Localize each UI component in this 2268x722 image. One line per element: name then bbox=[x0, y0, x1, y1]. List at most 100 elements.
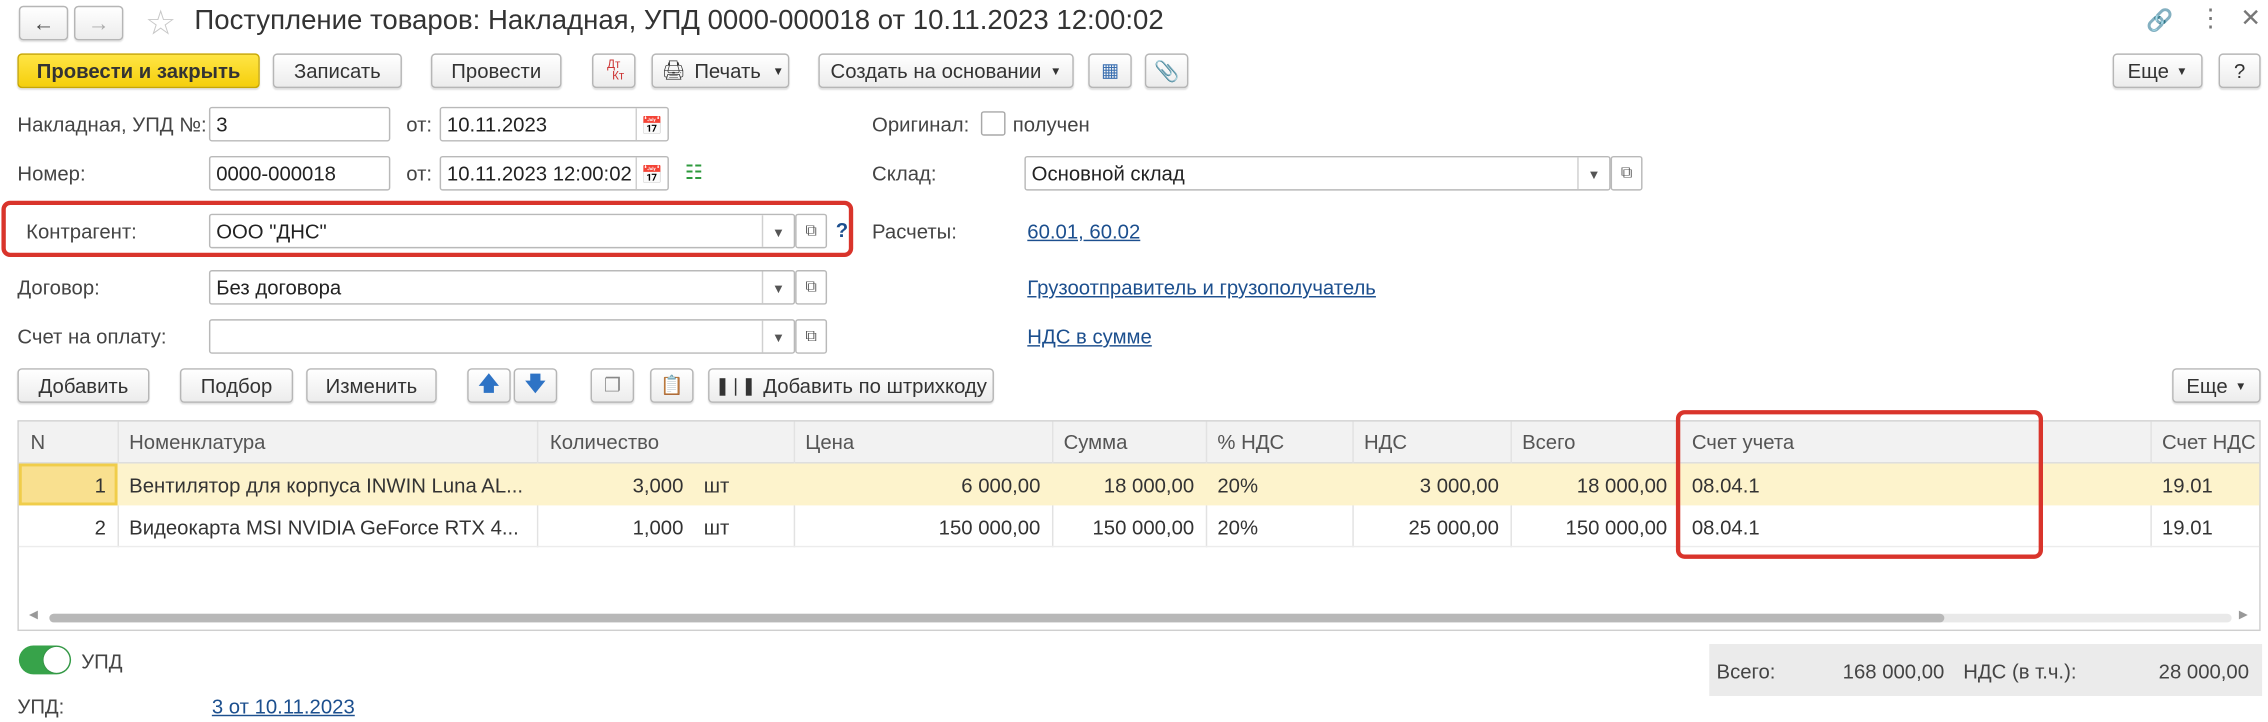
paste-button[interactable]: 📋 bbox=[650, 368, 694, 403]
row-vat-account[interactable]: 19.01 bbox=[2150, 505, 2260, 547]
column-header-total[interactable]: Всего bbox=[1510, 422, 1678, 462]
number-label: Номер: bbox=[17, 161, 86, 185]
number-field[interactable]: 0000-000018 bbox=[208, 155, 391, 191]
row-vat-rate[interactable]: 20% bbox=[1206, 464, 1353, 506]
upd-toggle-label: УПД bbox=[81, 649, 123, 673]
contractor-help-icon[interactable]: ? bbox=[836, 218, 848, 241]
arrow-right-icon: → bbox=[87, 10, 110, 36]
open-icon[interactable]: ⧉ bbox=[1610, 155, 1643, 191]
close-icon[interactable]: ✕ bbox=[2240, 4, 2261, 33]
upd-link[interactable]: 3 от 10.11.2023 bbox=[212, 695, 355, 718]
row-vat-account[interactable]: 19.01 bbox=[2150, 464, 2260, 506]
number-date-field[interactable]: 10.11.2023 12:00:02 📅 bbox=[439, 155, 669, 191]
row-sum[interactable]: 150 000,00 bbox=[1052, 505, 1206, 547]
row-price[interactable]: 6 000,00 bbox=[794, 464, 1052, 506]
row-vat[interactable]: 25 000,00 bbox=[1352, 505, 1510, 547]
column-header-n[interactable]: N bbox=[19, 422, 118, 462]
print-button[interactable]: 🖨 Печать ▼ bbox=[651, 53, 790, 89]
more-vertical-icon[interactable]: ⋮ bbox=[2198, 4, 2223, 33]
create-based-on-button[interactable]: Создать на основании ▼ bbox=[818, 53, 1074, 89]
more-button[interactable]: Еще ▼ bbox=[2112, 53, 2203, 89]
back-button[interactable]: ← bbox=[18, 5, 69, 41]
row-total[interactable]: 18 000,00 bbox=[1510, 464, 1678, 506]
row-vat-rate[interactable]: 20% bbox=[1206, 505, 1353, 547]
contractor-label: Контрагент: bbox=[26, 219, 137, 243]
help-button[interactable]: ? bbox=[2218, 53, 2261, 89]
column-header-quantity[interactable]: Количество bbox=[538, 422, 793, 462]
column-header-vat-account[interactable]: Счет НДС bbox=[2150, 422, 2260, 462]
calendar-icon[interactable]: 📅 bbox=[635, 157, 668, 190]
horizontal-scrollbar-thumb[interactable] bbox=[49, 613, 1945, 623]
row-quantity[interactable]: 3,000 bbox=[538, 464, 695, 506]
invoice-number-label: Накладная, УПД №: bbox=[17, 112, 207, 136]
total-value: 168 000,00 bbox=[1842, 659, 1945, 684]
link-icon[interactable]: 🔗 bbox=[2146, 7, 2173, 34]
contractor-field[interactable]: ООО "ДНС" ▼ bbox=[208, 213, 796, 249]
move-up-button[interactable]: 🡅 bbox=[467, 368, 511, 403]
save-button[interactable]: Записать bbox=[272, 53, 402, 89]
table-more-button[interactable]: Еще ▼ bbox=[2172, 368, 2261, 403]
row-item[interactable]: Вентилятор для корпуса INWIN Luna AL... bbox=[118, 464, 537, 506]
row-number[interactable]: 1 bbox=[19, 464, 118, 506]
add-by-barcode-button[interactable]: ❚❘❚ Добавить по штрихкоду bbox=[708, 368, 994, 403]
invoice-date-label: от: bbox=[406, 112, 433, 136]
add-row-button[interactable]: Добавить bbox=[17, 368, 150, 403]
warehouse-field[interactable]: Основной склад ▼ bbox=[1024, 155, 1611, 191]
column-header-vat-rate[interactable]: % НДС bbox=[1206, 422, 1353, 462]
invoice-number-field[interactable]: 3 bbox=[208, 106, 391, 142]
move-down-button[interactable]: 🡇 bbox=[513, 368, 558, 403]
invoice-date-field[interactable]: 10.11.2023 📅 bbox=[439, 106, 669, 142]
open-icon[interactable]: ⧉ bbox=[795, 213, 828, 249]
settlements-label: Расчеты: bbox=[872, 219, 957, 243]
payment-invoice-label: Счет на оплату: bbox=[17, 324, 167, 349]
copy-button[interactable]: ❐ bbox=[590, 368, 635, 403]
pick-button[interactable]: Подбор bbox=[179, 368, 294, 403]
row-item[interactable]: Видеокарта MSI NVIDIA GeForce RTX 4... bbox=[118, 505, 537, 547]
warehouse-label: Склад: bbox=[872, 161, 937, 185]
vat-total-value: 28 000,00 bbox=[2158, 659, 2250, 684]
clipboard-icon: 📋 bbox=[660, 373, 684, 396]
post-button[interactable]: Провести bbox=[430, 53, 562, 89]
column-header-item[interactable]: Номенклатура bbox=[118, 422, 537, 462]
post-and-close-button[interactable]: Провести и закрыть bbox=[17, 53, 260, 89]
chevron-down-icon[interactable]: ▼ bbox=[1577, 157, 1609, 190]
row-price[interactable]: 150 000,00 bbox=[794, 505, 1052, 547]
chevron-down-icon[interactable]: ▼ bbox=[761, 271, 794, 304]
document-check-icon[interactable]: ☷ bbox=[685, 160, 703, 185]
change-button[interactable]: Изменить bbox=[306, 368, 437, 403]
row-unit[interactable]: шт bbox=[692, 505, 779, 547]
open-icon[interactable]: ⧉ bbox=[795, 319, 828, 354]
payment-invoice-field[interactable]: ▼ bbox=[208, 319, 796, 354]
vat-amount-link[interactable]: НДС в сумме bbox=[1027, 325, 1152, 348]
scroll-left-icon[interactable]: ◀ bbox=[29, 608, 38, 621]
settlements-link[interactable]: 60.01, 60.02 bbox=[1027, 219, 1140, 242]
structure-button[interactable]: ▦ bbox=[1088, 53, 1132, 89]
row-total[interactable]: 150 000,00 bbox=[1510, 505, 1678, 547]
chevron-down-icon[interactable]: ▼ bbox=[761, 320, 794, 353]
contract-field[interactable]: Без договора ▼ bbox=[208, 270, 796, 305]
star-icon[interactable]: ☆ bbox=[145, 3, 176, 45]
row-vat[interactable]: 3 000,00 bbox=[1352, 464, 1510, 506]
row-number[interactable]: 2 bbox=[19, 505, 118, 547]
arrow-left-icon: ← bbox=[32, 10, 55, 36]
calendar-icon[interactable]: 📅 bbox=[635, 108, 668, 141]
dt-kt-button[interactable]: Дт Кт bbox=[592, 53, 636, 89]
column-header-sum[interactable]: Сумма bbox=[1052, 422, 1204, 462]
forward-button[interactable]: → bbox=[74, 5, 124, 41]
attach-button[interactable]: 📎 bbox=[1144, 53, 1189, 89]
upd-toggle[interactable] bbox=[18, 645, 72, 675]
row-unit[interactable]: шт bbox=[692, 464, 779, 506]
scroll-right-icon[interactable]: ▶ bbox=[2239, 608, 2248, 621]
dt-kt-icon: Дт Кт bbox=[607, 57, 625, 83]
column-header-vat[interactable]: НДС bbox=[1352, 422, 1509, 462]
column-header-price[interactable]: Цена bbox=[794, 422, 1052, 462]
row-quantity[interactable]: 1,000 bbox=[538, 505, 695, 547]
open-icon[interactable]: ⧉ bbox=[795, 270, 828, 305]
row-sum[interactable]: 18 000,00 bbox=[1052, 464, 1206, 506]
chevron-down-icon[interactable]: ▼ bbox=[761, 215, 794, 247]
chevron-down-icon: ▼ bbox=[2234, 379, 2247, 393]
original-checkbox[interactable] bbox=[980, 111, 1006, 136]
copy-icon: ❐ bbox=[603, 373, 621, 396]
total-label: Всего: bbox=[1716, 659, 1776, 684]
shipper-link[interactable]: Грузоотправитель и грузополучатель bbox=[1027, 276, 1376, 299]
